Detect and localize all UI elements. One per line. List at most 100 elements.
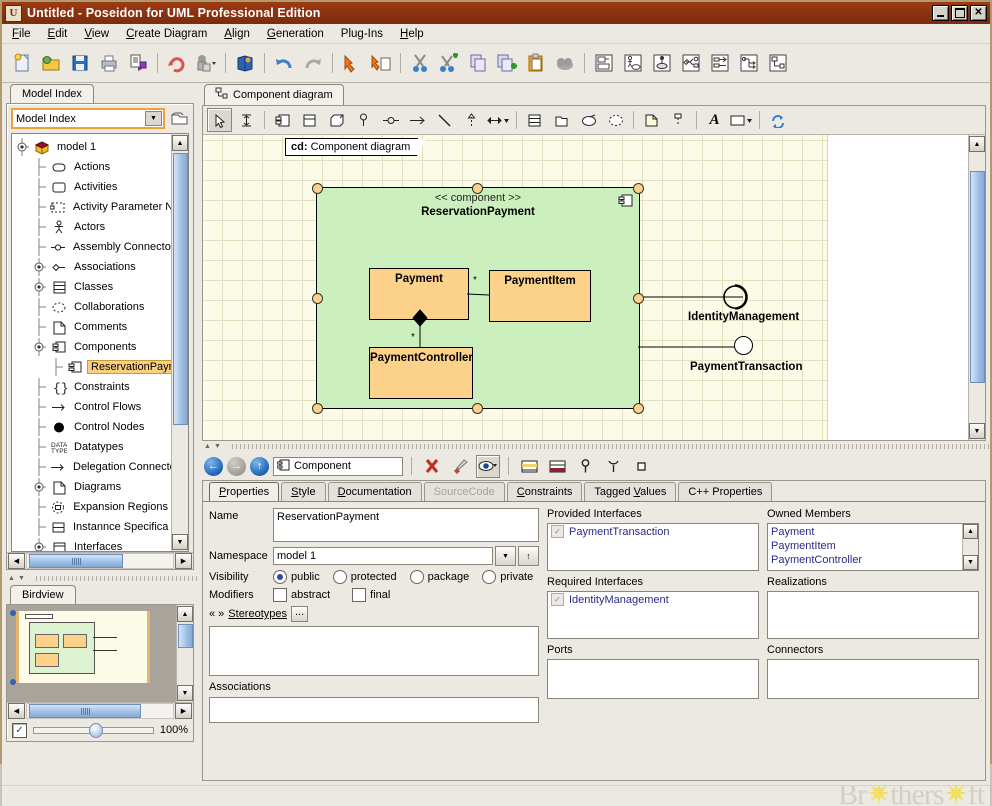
- usecase-diagram-icon[interactable]: [619, 49, 647, 77]
- interface-tool-icon[interactable]: [297, 108, 322, 132]
- export-icon[interactable]: [124, 49, 152, 77]
- node-tool-icon[interactable]: [324, 108, 349, 132]
- shape-dropdown-icon[interactable]: [729, 108, 754, 132]
- copy-add-icon[interactable]: [493, 49, 521, 77]
- tab-birdview[interactable]: Birdview: [10, 585, 76, 604]
- tree-item[interactable]: Delegation Connector: [16, 457, 171, 477]
- model-tree[interactable]: model 1 Actions Activities Activity Paramet…: [11, 133, 189, 552]
- tree-item[interactable]: DATA TYPE Datatypes: [16, 437, 171, 457]
- menu-file[interactable]: File: [12, 28, 31, 40]
- tree-collapse-toggle-icon[interactable]: [33, 478, 46, 496]
- class-paymentitem[interactable]: PaymentItem: [489, 270, 591, 322]
- save-icon[interactable]: [66, 49, 94, 77]
- model-tree-hscrollbar[interactable]: ◀ ▶: [7, 552, 193, 569]
- resize-handle[interactable]: [472, 403, 483, 414]
- scroll-up-button[interactable]: ▲: [969, 136, 985, 152]
- navigable-association-dropdown-icon[interactable]: [486, 108, 511, 132]
- model-tree-vscrollbar[interactable]: ▲ ▼: [171, 134, 188, 551]
- folder-icon[interactable]: [170, 110, 189, 127]
- visibility-option-protected[interactable]: protected: [332, 570, 397, 584]
- show-operations-icon[interactable]: [545, 455, 569, 478]
- list-item[interactable]: PaymentItem: [771, 539, 975, 553]
- modifier-option-final[interactable]: final: [352, 588, 390, 602]
- scroll-right-button[interactable]: ▶: [175, 703, 192, 719]
- scroll-down-button[interactable]: ▼: [177, 685, 193, 701]
- provided-interface-icon[interactable]: [573, 455, 597, 478]
- stereotypes-listbox[interactable]: [209, 626, 539, 676]
- birdview-sync-checkbox[interactable]: ✓: [12, 722, 27, 738]
- menu-generation[interactable]: Generation: [267, 28, 324, 40]
- birdview-hscrollbar[interactable]: ◀ ▶: [7, 702, 193, 719]
- namespace-dropdown-icon[interactable]: ▼: [495, 546, 516, 566]
- realizations-listbox[interactable]: [767, 591, 979, 639]
- class-tool-icon[interactable]: [522, 108, 547, 132]
- scroll-up-button[interactable]: ▲: [963, 524, 978, 539]
- brush-icon[interactable]: [448, 455, 472, 478]
- tree-item[interactable]: Activity Parameter N: [16, 197, 171, 217]
- radio-icon[interactable]: [273, 570, 287, 584]
- cut-add-icon[interactable]: [435, 49, 463, 77]
- tree-collapse-toggle-icon[interactable]: [33, 258, 46, 276]
- visibility-option-public[interactable]: public: [273, 570, 320, 584]
- resize-handle[interactable]: [312, 293, 323, 304]
- tree-item[interactable]: Associations: [16, 257, 171, 277]
- package-tool-icon[interactable]: [549, 108, 574, 132]
- class-diagram-icon[interactable]: [590, 49, 618, 77]
- scroll-down-button[interactable]: ▼: [172, 534, 188, 550]
- tab-c-properties[interactable]: C++ Properties: [678, 482, 773, 501]
- associations-listbox[interactable]: [209, 697, 539, 723]
- tab-constraints[interactable]: Constraints: [506, 482, 583, 501]
- birdview-canvas[interactable]: ▲ ▼: [7, 605, 193, 702]
- hscroll-track[interactable]: [26, 553, 174, 569]
- required-interface-icon[interactable]: [601, 455, 625, 478]
- undo-icon[interactable]: [270, 49, 298, 77]
- menu-align[interactable]: Align: [224, 28, 250, 40]
- tree-item[interactable]: Classes: [16, 277, 171, 297]
- radio-icon[interactable]: [482, 570, 497, 584]
- namespace-goto-icon[interactable]: ↑: [518, 546, 539, 566]
- splitter-collapse-up-icon[interactable]: ▲: [8, 575, 15, 582]
- resize-handle[interactable]: [312, 183, 323, 194]
- left-splitter[interactable]: ▲ ▼: [2, 573, 198, 584]
- tree-expand-toggle-icon[interactable]: [33, 338, 46, 356]
- refresh-diagram-icon[interactable]: [765, 108, 790, 132]
- tree-item[interactable]: Activities: [16, 177, 171, 197]
- list-item[interactable]: PaymentController: [771, 553, 975, 567]
- hscroll-thumb[interactable]: [29, 554, 123, 568]
- modifier-option-abstract[interactable]: abstract: [273, 588, 330, 602]
- back-arrow-icon[interactable]: ←: [204, 456, 223, 476]
- connectors-listbox[interactable]: [767, 659, 979, 699]
- resize-icon[interactable]: [234, 108, 259, 132]
- refresh-icon[interactable]: [163, 49, 191, 77]
- scroll-up-button[interactable]: ▲: [177, 606, 193, 622]
- checkbox-icon[interactable]: [273, 588, 287, 602]
- close-button[interactable]: ✕: [970, 5, 987, 21]
- association-line-icon[interactable]: [432, 108, 457, 132]
- menu-create-diagram[interactable]: Create Diagram: [126, 28, 207, 40]
- visibility-eye-icon[interactable]: [476, 454, 500, 478]
- tree-item[interactable]: Actions: [16, 157, 171, 177]
- resize-handle[interactable]: [472, 183, 483, 194]
- tree-item[interactable]: Instannce Specifica: [16, 517, 171, 537]
- statechart-diagram-icon[interactable]: [677, 49, 705, 77]
- visibility-option-private[interactable]: private: [482, 570, 533, 584]
- note-anchor-icon[interactable]: [666, 108, 691, 132]
- menu-view[interactable]: View: [84, 28, 109, 40]
- scroll-thumb[interactable]: [172, 153, 188, 425]
- usecase-tool-icon[interactable]: [576, 108, 601, 132]
- delete-file-icon[interactable]: [367, 49, 395, 77]
- tree-item[interactable]: Actors: [16, 217, 171, 237]
- stereotypes-browse-button[interactable]: ...: [291, 606, 309, 622]
- tab-tagged-values[interactable]: Tagged Values: [584, 482, 677, 501]
- diagram-canvas[interactable]: cd: Component diagram << component >> Re…: [203, 135, 968, 440]
- forward-arrow-icon[interactable]: →: [227, 456, 246, 476]
- birdview-vscrollbar[interactable]: ▲ ▼: [176, 605, 193, 702]
- tree-item-selected[interactable]: ReservationPaym: [16, 357, 171, 377]
- class-paymentcontroller[interactable]: PaymentController: [369, 347, 473, 399]
- interface-label-paymenttransaction[interactable]: PaymentTransaction: [690, 361, 802, 373]
- list-item[interactable]: ✓ IdentityManagement: [548, 592, 758, 607]
- tree-item[interactable]: Control Flows: [16, 397, 171, 417]
- menu-edit[interactable]: Edit: [48, 28, 68, 40]
- component-tool-icon[interactable]: [270, 108, 295, 132]
- provided-interfaces-listbox[interactable]: ✓ PaymentTransaction: [547, 523, 759, 571]
